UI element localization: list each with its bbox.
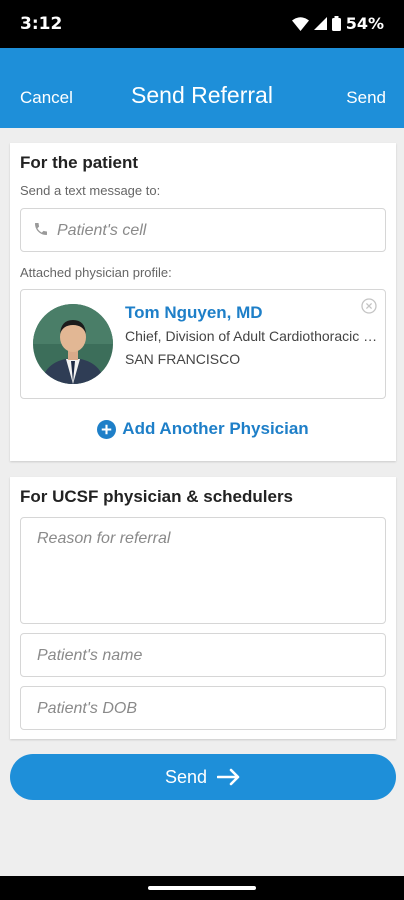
patient-card: For the patient Send a text message to: …	[10, 143, 396, 461]
ucsf-section-heading: For UCSF physician & schedulers	[20, 487, 294, 506]
patient-cell-placeholder: Patient's cell	[57, 222, 147, 239]
wifi-icon	[291, 16, 309, 31]
send-header-button[interactable]: Send	[346, 88, 386, 108]
arrow-right-icon	[217, 768, 240, 786]
battery-percent: 54%	[345, 14, 384, 33]
patient-name-placeholder: Patient's name	[37, 647, 143, 664]
send-button[interactable]: Send	[10, 754, 396, 800]
text-message-label: Send a text message to:	[20, 183, 161, 198]
plus-circle-icon	[97, 419, 117, 439]
reason-textarea[interactable]: Reason for referral	[20, 517, 386, 624]
battery-icon	[331, 16, 341, 31]
physician-location: SAN FRANCISCO	[125, 351, 241, 367]
app-bar: Cancel Send Referral Send	[0, 48, 404, 128]
home-indicator[interactable]	[148, 886, 256, 890]
patient-section-heading: For the patient	[20, 153, 139, 172]
page-title: Send Referral	[131, 82, 273, 108]
ucsf-card: For UCSF physician & schedulers Reason f…	[10, 477, 396, 739]
reason-placeholder: Reason for referral	[37, 530, 171, 547]
patient-dob-input[interactable]: Patient's DOB	[20, 686, 386, 730]
physician-title: Chief, Division of Adult Cardiothoracic …	[125, 328, 381, 344]
patient-name-input[interactable]: Patient's name	[20, 633, 386, 677]
status-time: 3:12	[20, 14, 63, 34]
physician-name[interactable]: Tom Nguyen, MD	[125, 303, 263, 323]
close-circle-icon[interactable]	[361, 298, 377, 314]
send-button-label: Send	[164, 766, 208, 787]
patient-dob-placeholder: Patient's DOB	[37, 700, 137, 717]
phone-icon	[35, 223, 47, 235]
status-bar: 3:12 54%	[0, 0, 404, 48]
signal-icon	[313, 17, 327, 30]
navigation-bar	[0, 876, 404, 900]
physician-profile-card[interactable]: Tom Nguyen, MD Chief, Division of Adult …	[20, 289, 386, 399]
patient-cell-input[interactable]: Patient's cell	[20, 208, 386, 252]
physician-avatar	[33, 304, 113, 384]
status-icons: 54%	[291, 14, 384, 33]
add-physician-label: Add Another Physician	[122, 419, 309, 438]
physician-profile-label: Attached physician profile:	[20, 265, 172, 280]
add-physician-button[interactable]: Add Another Physician	[10, 419, 396, 439]
